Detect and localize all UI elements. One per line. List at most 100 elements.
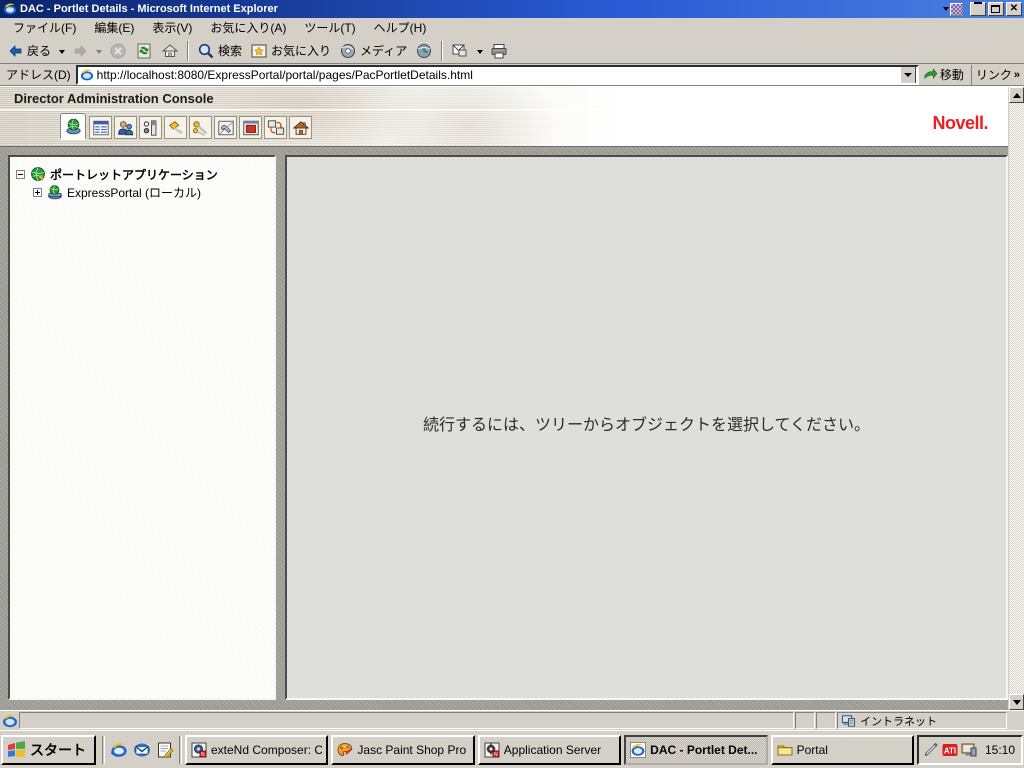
tree-node-portlet-applications[interactable]: ポートレットアプリケーション	[16, 165, 268, 183]
taskbar-separator-2	[179, 736, 182, 764]
application-server-icon: N	[484, 742, 500, 758]
address-url-text: http://localhost:8080/ExpressPortal/port…	[97, 68, 900, 82]
task-label: Jasc Paint Shop Pro	[357, 743, 466, 757]
history-button[interactable]	[411, 40, 437, 62]
media-button[interactable]: メディア	[335, 40, 411, 62]
key-icon	[167, 119, 185, 137]
home-icon	[292, 119, 310, 137]
status-message	[19, 712, 794, 729]
sync-refresh-icon-button[interactable]	[264, 116, 287, 139]
tray-pen-icon[interactable]	[923, 742, 939, 758]
tree-label-portlet-applications: ポートレットアプリケーション	[50, 166, 218, 183]
taskbar-items: N exteNd Composer: CS... Jasc Paint Shop…	[185, 735, 914, 765]
menu-bar: ファイル(F) 編集(E) 表示(V) お気に入り(A) ツール(T) ヘルプ(…	[0, 18, 1024, 38]
favorites-label: お気に入り	[271, 42, 331, 59]
favorites-button[interactable]: お気に入り	[246, 40, 335, 62]
menu-view[interactable]: 表示(V)	[143, 17, 201, 38]
globe-icon	[30, 166, 46, 182]
tray-display-icon[interactable]	[961, 742, 977, 758]
favorites-star-icon	[250, 42, 268, 60]
table-list-icon	[92, 119, 110, 137]
tree-node-expressportal[interactable]: ExpressPortal (ローカル)	[33, 183, 268, 201]
novell-dot: .	[983, 113, 988, 133]
browser-toolbar: 戻る	[0, 38, 1024, 64]
print-button[interactable]	[486, 40, 512, 62]
resize-grip[interactable]	[1008, 712, 1022, 729]
task-label: exteNd Composer: CS...	[211, 743, 322, 757]
start-button[interactable]: スタート	[1, 735, 96, 765]
restore-button[interactable]	[988, 2, 1004, 16]
menu-help[interactable]: ヘルプ(H)	[365, 17, 436, 38]
status-zone-label: イントラネット	[860, 713, 937, 729]
back-history-chevron-down-icon[interactable]	[59, 50, 65, 54]
links-label: リンク	[976, 66, 1012, 83]
back-label: 戻る	[27, 42, 51, 59]
scroll-down-button[interactable]	[1009, 694, 1024, 710]
ql-internet-explorer-icon[interactable]	[110, 741, 128, 759]
task-portal-folder[interactable]: Portal	[771, 735, 914, 765]
history-icon	[415, 42, 433, 60]
address-bar: アドレス(D) http://localhost:8080/ExpressPor…	[0, 64, 1024, 86]
tree-label-expressportal: ExpressPortal (ローカル)	[67, 184, 201, 201]
window-controls: ✕	[943, 2, 1022, 16]
restrictions-indicator[interactable]	[943, 3, 963, 16]
menu-favorites[interactable]: お気に入り(A)	[201, 17, 295, 38]
task-extend-composer[interactable]: N exteNd Composer: CS...	[185, 735, 328, 765]
task-application-server[interactable]: N Application Server	[478, 735, 621, 765]
object-tree-panel[interactable]: ポートレットアプリケーション ExpressPortal	[8, 155, 276, 700]
status-bar: イントラネット	[0, 710, 1024, 730]
banner-divider	[0, 109, 1008, 111]
address-dropdown-chevron-down-icon[interactable]	[900, 66, 916, 84]
go-button[interactable]: 移動	[919, 66, 968, 83]
tools-key-wrench-icon-button[interactable]	[189, 116, 212, 139]
scroll-up-button[interactable]	[1009, 87, 1024, 103]
menu-file[interactable]: ファイル(F)	[4, 17, 85, 38]
search-label: 検索	[218, 42, 242, 59]
refresh-button[interactable]	[131, 40, 157, 62]
tree-expander-collapse-icon[interactable]	[16, 170, 25, 179]
links-button[interactable]: リンク »	[971, 65, 1022, 85]
home-icon-button[interactable]	[289, 116, 312, 139]
status-security-zone[interactable]: イントラネット	[837, 712, 1007, 729]
stop-button[interactable]	[105, 40, 131, 62]
svg-text:N: N	[201, 752, 205, 758]
home-button[interactable]	[157, 40, 183, 62]
forward-button[interactable]	[68, 40, 92, 62]
extend-composer-icon: N	[191, 742, 207, 758]
tree-expander-expand-icon[interactable]	[33, 188, 42, 197]
scrollbar-track[interactable]	[1009, 103, 1024, 694]
settings-sliders-icon-button[interactable]	[139, 116, 162, 139]
search-button[interactable]: 検索	[193, 40, 246, 62]
task-paint-shop-pro[interactable]: Jasc Paint Shop Pro	[331, 735, 474, 765]
tray-ati-icon[interactable]: ATI	[942, 742, 958, 758]
ql-mail-icon[interactable]	[133, 741, 151, 759]
design-wrench-icon-button[interactable]	[214, 116, 237, 139]
table-list-icon-button[interactable]	[89, 116, 112, 139]
console-content: ポートレットアプリケーション ExpressPortal	[0, 147, 1008, 710]
chevron-down-icon	[943, 7, 949, 11]
title-bar: DAC - Portlet Details - Microsoft Intern…	[0, 0, 1024, 18]
forward-history-chevron-down-icon[interactable]	[96, 50, 102, 54]
ql-notepad-icon[interactable]	[156, 741, 174, 759]
page-vertical-scrollbar[interactable]	[1008, 87, 1024, 710]
key-icon-button[interactable]	[164, 116, 187, 139]
menu-edit[interactable]: 編集(E)	[85, 17, 143, 38]
close-button[interactable]: ✕	[1006, 2, 1022, 16]
quick-launch-bar	[108, 741, 176, 759]
users-icon-button[interactable]	[114, 116, 137, 139]
back-button[interactable]: 戻る	[4, 40, 55, 62]
taskbar-clock: 15:10	[985, 743, 1015, 757]
task-label: DAC - Portlet Det...	[650, 743, 757, 757]
print-icon	[490, 42, 508, 60]
menu-tools[interactable]: ツール(T)	[295, 17, 364, 38]
mail-chevron-down-icon[interactable]	[477, 50, 483, 54]
back-arrow-icon	[8, 43, 24, 59]
media-icon	[339, 42, 357, 60]
system-tray: ATI 15:10	[917, 735, 1023, 765]
mail-button[interactable]	[447, 40, 473, 62]
address-input[interactable]: http://localhost:8080/ExpressPortal/port…	[76, 65, 919, 85]
task-dac-portlet-details[interactable]: DAC - Portlet Det...	[624, 735, 767, 765]
minimize-button[interactable]	[970, 2, 986, 16]
layout-window-icon-button[interactable]	[239, 116, 262, 139]
portal-globe-icon-button[interactable]	[60, 113, 86, 139]
